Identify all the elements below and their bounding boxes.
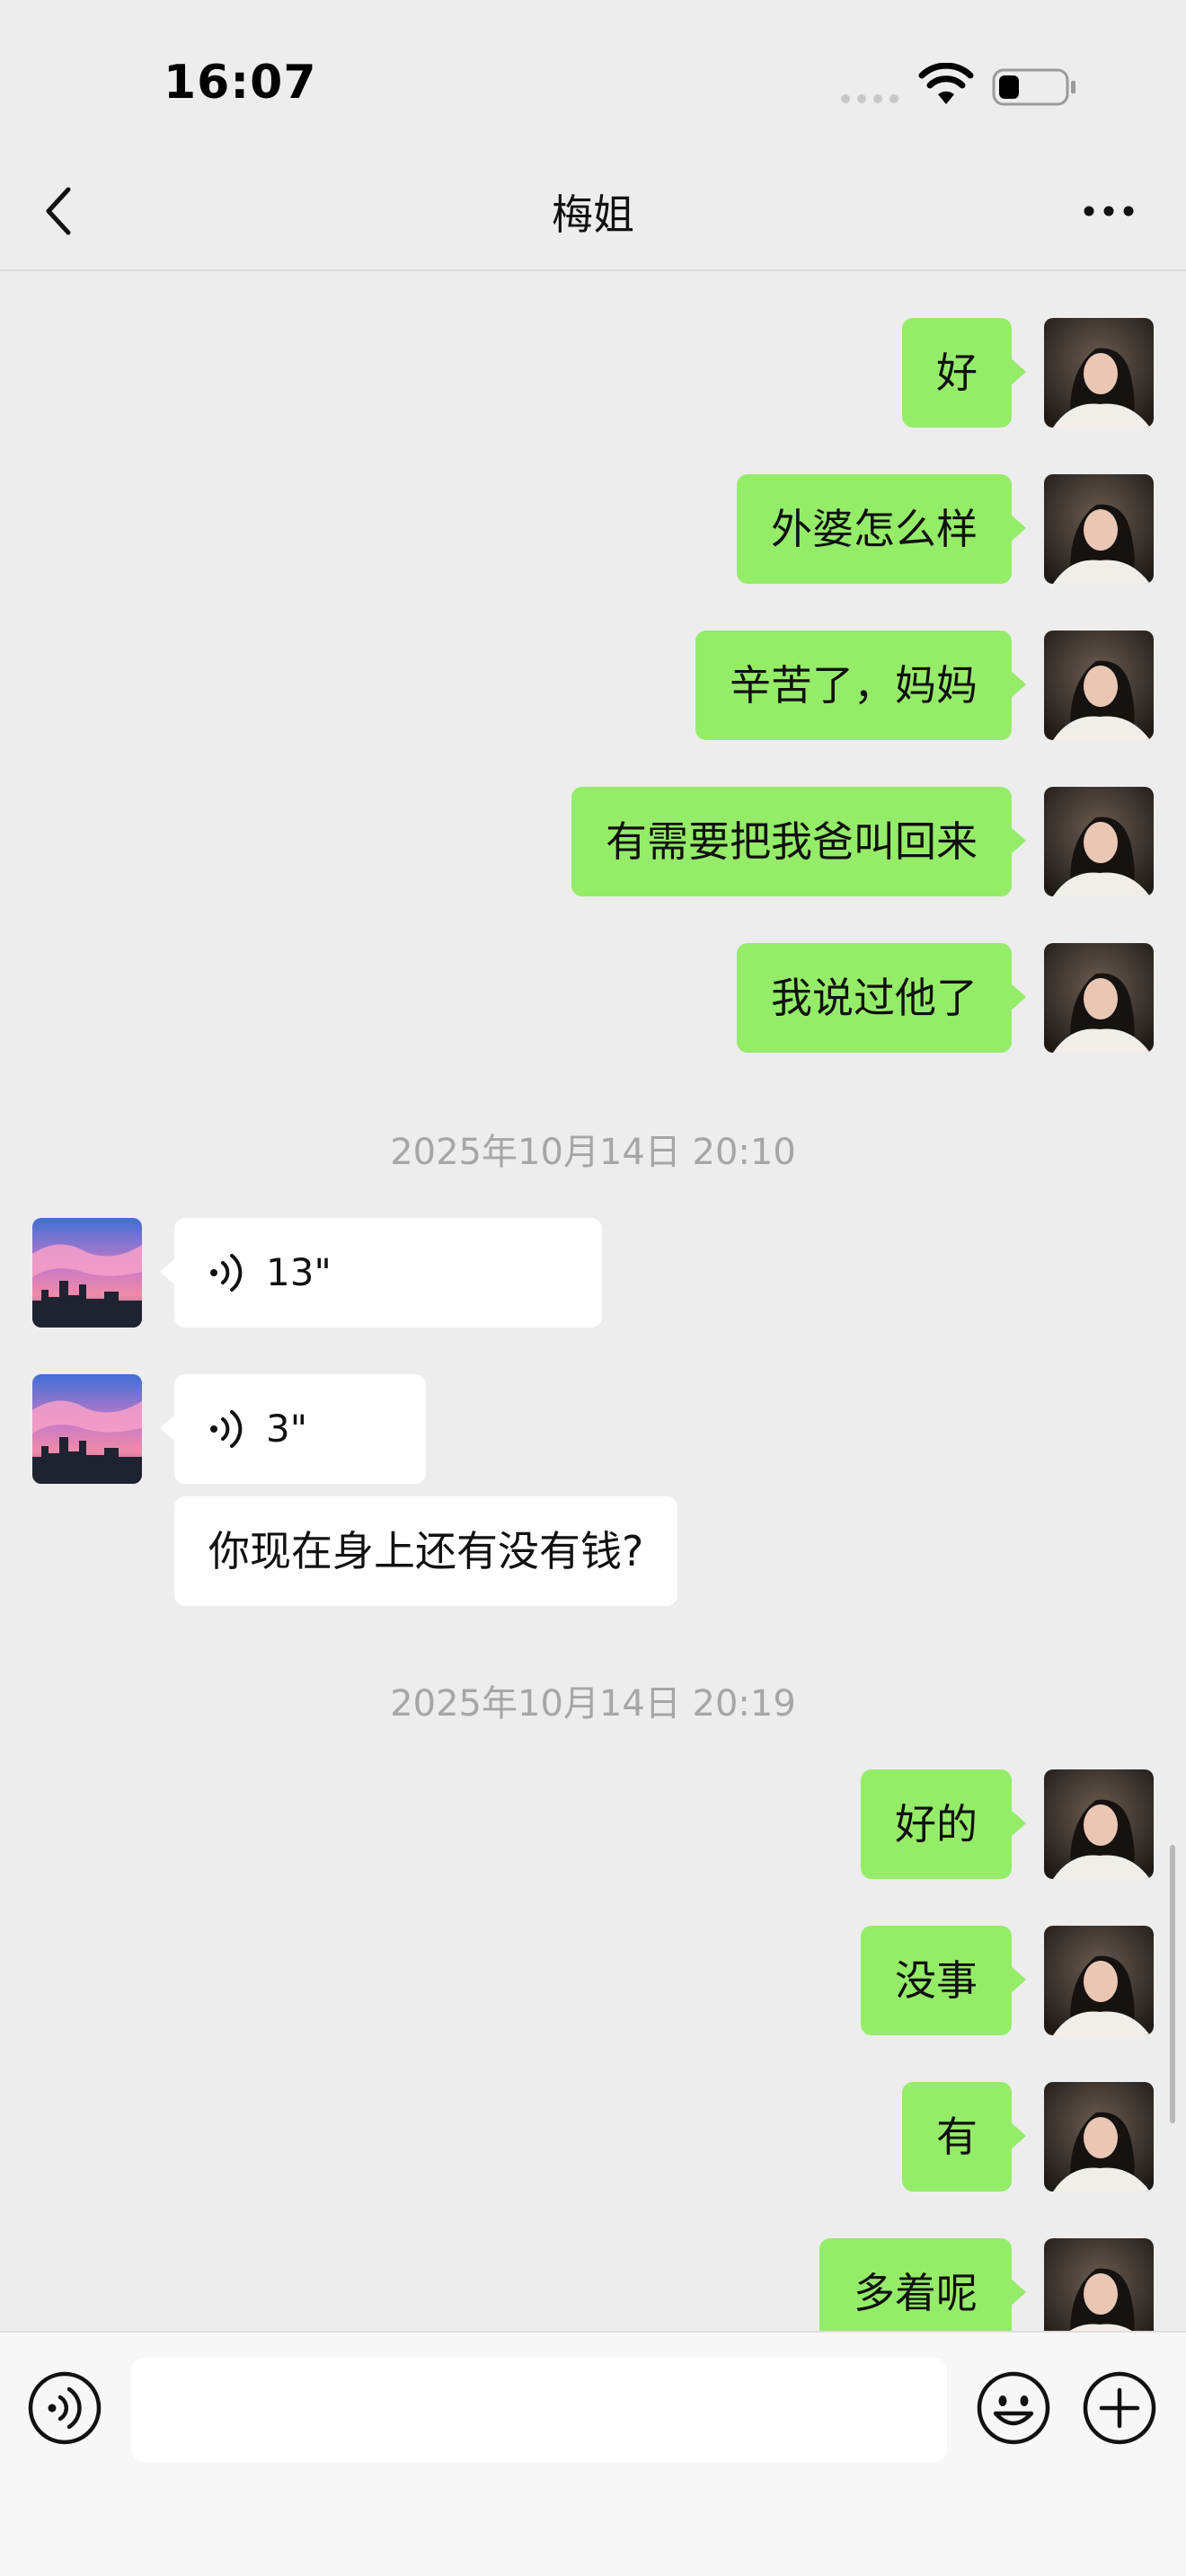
message-list[interactable]: 好 外婆怎么样 辛苦了，妈妈 有需要把我爸叫回来 我说过他了 2025年10月1… xyxy=(0,271,1186,2331)
contact-name-title: 梅姐 xyxy=(552,190,634,239)
my-avatar[interactable] xyxy=(1044,1769,1154,1879)
voice-duration: 3" xyxy=(266,1407,308,1451)
message-timestamp: 2025年10月14日 20:10 xyxy=(390,1132,796,1173)
voice-message-bubble[interactable]: 13" xyxy=(160,1218,602,1328)
nav-bar: 梅姐 xyxy=(0,157,1186,271)
message-row-outgoing: 有需要把我爸叫回来 xyxy=(0,787,1186,898)
message-bubble-incoming[interactable]: 你现在身上还有没有钱? xyxy=(174,1496,678,1606)
message-timestamp: 2025年10月14日 20:19 xyxy=(390,1683,796,1725)
contact-avatar[interactable] xyxy=(32,1374,142,1484)
message-row-incoming: 你现在身上还有没有钱? xyxy=(0,1496,1186,1608)
message-row-outgoing: 有 xyxy=(0,2082,1186,2193)
my-avatar[interactable] xyxy=(1044,2238,1154,2331)
message-row-outgoing: 多着呢 xyxy=(0,2238,1186,2331)
my-avatar[interactable] xyxy=(1044,318,1154,428)
ellipsis-icon[interactable] xyxy=(1080,193,1137,229)
message-row-outgoing: 好 xyxy=(0,318,1186,429)
my-avatar[interactable] xyxy=(1044,474,1154,584)
chat-input-bar xyxy=(0,2331,1186,2576)
status-bar: 16:07 xyxy=(0,0,1186,157)
message-bubble-outgoing[interactable]: 我说过他了 xyxy=(737,943,1026,1053)
voice-duration: 13" xyxy=(266,1250,332,1294)
my-avatar[interactable] xyxy=(1044,1926,1154,2035)
emoji-icon[interactable] xyxy=(976,2370,1051,2446)
message-bubble-outgoing[interactable]: 多着呢 xyxy=(819,2238,1026,2331)
voice-wave-icon xyxy=(210,1254,243,1292)
message-bubble-outgoing[interactable]: 好 xyxy=(902,318,1026,428)
message-row-outgoing: 没事 xyxy=(0,1926,1186,2037)
cellular-signal-icon xyxy=(841,94,898,103)
message-row-outgoing: 好的 xyxy=(0,1769,1186,1881)
message-bubble-outgoing[interactable]: 有 xyxy=(902,2082,1026,2192)
message-row-incoming: 3" xyxy=(0,1374,1186,1486)
voice-wave-icon xyxy=(210,1410,243,1448)
message-bubble-outgoing[interactable]: 外婆怎么样 xyxy=(737,474,1026,584)
chat-screen: 16:07 梅姐 好 外婆怎么样 辛苦了，妈妈 有需要把我爸叫回来 我说过他了 … xyxy=(0,0,1186,2576)
plus-icon[interactable] xyxy=(1082,2370,1157,2446)
message-row-incoming: 13" xyxy=(0,1218,1186,1329)
my-avatar[interactable] xyxy=(1044,787,1154,896)
message-row-outgoing: 外婆怎么样 xyxy=(0,474,1186,586)
message-bubble-outgoing[interactable]: 没事 xyxy=(861,1926,1026,2035)
message-bubble-outgoing[interactable]: 有需要把我爸叫回来 xyxy=(571,787,1026,896)
voice-mode-icon[interactable] xyxy=(27,2370,102,2446)
message-row-outgoing: 辛苦了，妈妈 xyxy=(0,631,1186,742)
my-avatar[interactable] xyxy=(1044,631,1154,740)
my-avatar[interactable] xyxy=(1044,2082,1154,2192)
my-avatar[interactable] xyxy=(1044,943,1154,1053)
scrollbar[interactable] xyxy=(1170,1845,1175,2123)
message-bubble-outgoing[interactable]: 好的 xyxy=(861,1769,1026,1879)
status-time: 16:07 xyxy=(164,56,317,110)
message-input[interactable] xyxy=(131,2358,947,2462)
message-row-outgoing: 我说过他了 xyxy=(0,943,1186,1054)
wifi-icon xyxy=(918,63,974,104)
contact-avatar[interactable] xyxy=(32,1218,142,1328)
voice-message-bubble[interactable]: 3" xyxy=(160,1374,426,1484)
message-bubble-outgoing[interactable]: 辛苦了，妈妈 xyxy=(695,631,1026,740)
battery-icon xyxy=(992,68,1075,106)
